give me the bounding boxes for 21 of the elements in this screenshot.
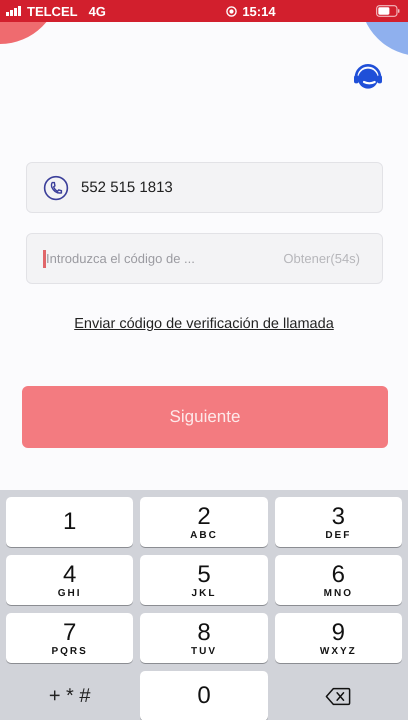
keypad-key[interactable]: 6 MNO: [274, 555, 402, 605]
network-type: 4G: [88, 4, 106, 18]
phone-field[interactable]: 552 515 1813: [26, 162, 383, 213]
signal-icon: [6, 6, 22, 16]
record-icon: [226, 6, 238, 16]
phone-icon: [43, 174, 69, 200]
keypad-key[interactable]: 5 JKL: [140, 555, 268, 605]
keypad-key[interactable]: 4 GHI: [6, 555, 134, 605]
symbols-key[interactable]: + * #: [6, 671, 134, 720]
carrier-name: TELCEL: [27, 4, 78, 18]
keypad-key[interactable]: 9 WXYZ: [274, 613, 402, 663]
battery-icon: [376, 5, 400, 17]
keypad-key[interactable]: 0: [140, 671, 268, 720]
keypad-key[interactable]: 8 TUV: [140, 613, 268, 663]
keypad-key[interactable]: 2 ABC: [140, 497, 268, 547]
clock-time: 15:14: [242, 4, 276, 18]
call-verification-link[interactable]: Enviar código de verificación de llamada: [74, 316, 334, 332]
backspace-icon[interactable]: [325, 686, 352, 706]
keypad-key[interactable]: 1: [6, 497, 134, 547]
keypad-key[interactable]: 3 DEF: [274, 497, 402, 547]
keypad-key[interactable]: 7 PQRS: [6, 613, 134, 663]
